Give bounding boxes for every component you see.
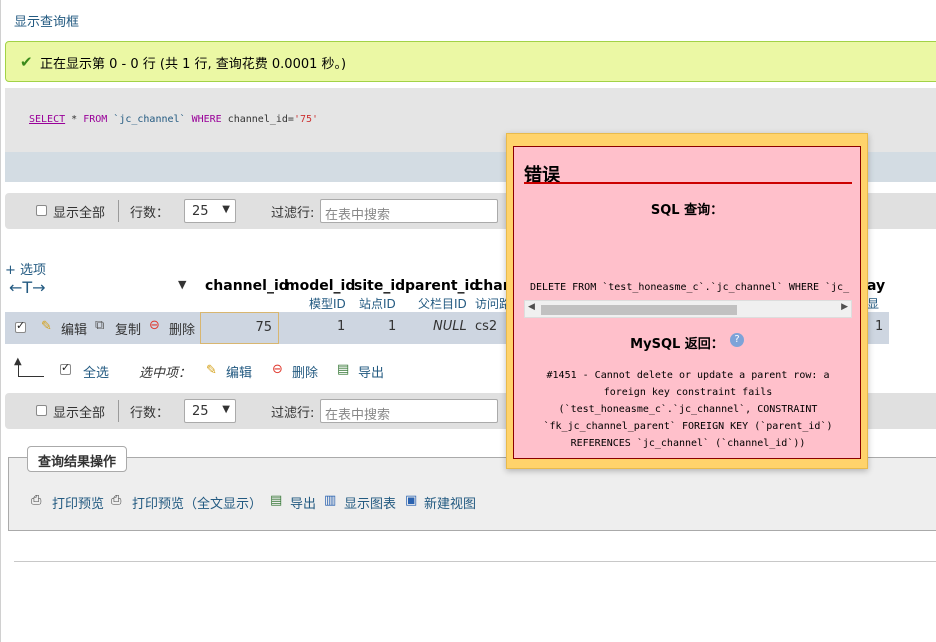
print-preview-full-link[interactable]: 打印预览（全文显示） xyxy=(132,493,262,512)
success-text: 正在显示第 0 - 0 行 (共 1 行, 查询花费 0.0001 秒。) xyxy=(40,57,347,72)
show-all-label: 显示全部 xyxy=(53,206,106,221)
cell-display[interactable]: 1 xyxy=(875,319,883,334)
rows-select[interactable]: 25 ▼ xyxy=(184,399,236,423)
row-checkbox[interactable] xyxy=(15,319,26,333)
select-all-checkbox[interactable] xyxy=(60,361,71,375)
select-arrow-icon: ▲ xyxy=(14,356,46,378)
error-message-line: `fk_jc_channel_parent` FOREIGN KEY (`par… xyxy=(543,421,833,432)
bulk-edit-button[interactable]: 编辑 xyxy=(226,362,252,381)
error-panel: 错误 SQL 查询： DELETE FROM `test_honeasme_c`… xyxy=(513,146,861,459)
column-header-parent-id[interactable]: parent_id xyxy=(405,278,479,294)
cell-channel-path[interactable]: cs2 xyxy=(475,319,497,334)
sql-query-text[interactable]: SELECT * FROM `jc_channel` WHERE channel… xyxy=(29,114,318,125)
column-header-channel-id[interactable]: channel_id xyxy=(205,278,289,294)
left-border xyxy=(0,0,1,642)
checkmark-icon: ✔ xyxy=(20,53,33,71)
scroll-left-icon[interactable]: ◀ xyxy=(528,302,535,312)
sql-query-heading: SQL 查询： xyxy=(650,203,724,218)
export-link[interactable]: 导出 xyxy=(290,493,316,512)
pencil-icon[interactable]: ✎ xyxy=(206,363,217,378)
show-all-checkbox[interactable] xyxy=(36,205,47,216)
cell-parent-id[interactable]: NULL xyxy=(433,319,467,334)
scrollbar-thumb[interactable] xyxy=(541,305,737,315)
filter-placeholder: 在表中搜索 xyxy=(325,208,391,223)
divider xyxy=(118,400,119,422)
filter-label: 过滤行: xyxy=(271,406,315,421)
error-title-underline xyxy=(524,182,852,184)
rows-select[interactable]: 25 ▼ xyxy=(184,199,236,223)
view-icon[interactable]: ▣ xyxy=(405,493,417,508)
mysql-return-heading: MySQL 返回： xyxy=(630,337,724,352)
sql-keyword-from: FROM xyxy=(83,114,108,125)
chart-icon[interactable]: ▥ xyxy=(324,493,336,508)
filter-placeholder: 在表中搜索 xyxy=(325,408,391,423)
bulk-export-button[interactable]: 导出 xyxy=(358,362,384,381)
scroll-right-icon[interactable]: ▶ xyxy=(841,302,848,312)
sql-condition: channel_id= xyxy=(221,114,294,125)
sort-marker-icon[interactable]: ▼ xyxy=(178,278,186,291)
show-all-checkbox[interactable] xyxy=(36,405,47,416)
query-results-legend: 查询结果操作 xyxy=(27,446,128,472)
copy-icon[interactable]: ⧉ xyxy=(95,318,104,333)
column-comment-parent-id: 父栏目ID xyxy=(418,297,467,311)
with-selected-label: 选中项： xyxy=(139,366,192,381)
show-query-box-link[interactable]: 显示查询框 xyxy=(14,11,79,30)
options-link[interactable]: + 选项 xyxy=(5,259,46,278)
sql-star: * xyxy=(65,114,84,125)
column-header-site-id[interactable]: site_id xyxy=(354,278,405,294)
delete-icon[interactable]: ⊖ xyxy=(149,318,160,333)
column-header-display[interactable]: ay xyxy=(867,278,885,294)
cell-channel-id[interactable]: 75 xyxy=(200,312,279,344)
cell-channel-id-value: 75 xyxy=(255,320,272,335)
error-message: #1451 - Cannot delete or update a parent… xyxy=(532,367,844,452)
error-sql-text[interactable]: DELETE FROM `test_honeasme_c`.`jc_channe… xyxy=(530,282,852,293)
cell-site-id[interactable]: 1 xyxy=(388,319,396,334)
divider xyxy=(118,200,119,222)
chevron-down-icon: ▼ xyxy=(222,204,230,215)
row-copy-link[interactable]: 复制 xyxy=(115,319,141,338)
sql-keyword-where: WHERE xyxy=(191,114,222,125)
create-view-link[interactable]: 新建视图 xyxy=(424,493,476,512)
help-icon[interactable]: ? xyxy=(730,333,744,347)
error-dialog[interactable]: 错误 SQL 查询： DELETE FROM `test_honeasme_c`… xyxy=(506,133,868,469)
bulk-delete-button[interactable]: 删除 xyxy=(292,362,318,381)
horizontal-scrollbar[interactable]: ◀ ▶ xyxy=(524,300,852,318)
show-all-label: 显示全部 xyxy=(53,406,106,421)
select-all-label[interactable]: 全选 xyxy=(83,362,109,381)
chevron-down-icon: ▼ xyxy=(222,404,230,415)
error-message-line: foreign key constraint fails xyxy=(603,387,773,398)
filter-input[interactable]: 在表中搜索 xyxy=(320,399,498,423)
print-icon[interactable]: ⎙ xyxy=(31,493,41,508)
error-message-line: REFERENCES `jc_channel` (`channel_id`)) xyxy=(570,438,806,449)
export-icon[interactable]: ▤ xyxy=(337,362,349,377)
column-comment-model-id: 模型ID xyxy=(309,297,346,311)
column-arrows-icon[interactable]: ←T→ xyxy=(9,278,46,297)
print-preview-link[interactable]: 打印预览 xyxy=(52,493,104,512)
rows-label: 行数： xyxy=(130,406,170,421)
rows-select-value: 25 xyxy=(192,404,209,419)
success-message: ✔ 正在显示第 0 - 0 行 (共 1 行, 查询花费 0.0001 秒。) xyxy=(5,41,936,82)
sql-keyword-select[interactable]: SELECT xyxy=(29,114,65,125)
column-comment-site-id: 站点ID xyxy=(359,297,396,311)
row-delete-link[interactable]: 删除 xyxy=(169,319,195,338)
row-edit-link[interactable]: 编辑 xyxy=(61,319,87,338)
rows-select-value: 25 xyxy=(192,204,209,219)
error-message-line: #1451 - Cannot delete or update a parent… xyxy=(546,370,830,381)
pencil-icon[interactable]: ✎ xyxy=(41,319,52,334)
sql-table: `jc_channel` xyxy=(107,114,192,125)
error-message-line: (`test_honeasme_c`.`jc_channel`, CONSTRA… xyxy=(558,404,818,415)
filter-label: 过滤行: xyxy=(271,206,315,221)
display-chart-link[interactable]: 显示图表 xyxy=(344,493,396,512)
footer-divider xyxy=(14,561,936,562)
rows-label: 行数： xyxy=(130,206,170,221)
export-icon[interactable]: ▤ xyxy=(270,493,282,508)
delete-icon[interactable]: ⊖ xyxy=(272,362,283,377)
cell-model-id[interactable]: 1 xyxy=(337,319,345,334)
filter-input[interactable]: 在表中搜索 xyxy=(320,199,498,223)
column-header-model-id[interactable]: model_id xyxy=(285,278,355,294)
sql-value: '75' xyxy=(293,114,319,125)
print-icon[interactable]: ⎙ xyxy=(111,493,121,508)
